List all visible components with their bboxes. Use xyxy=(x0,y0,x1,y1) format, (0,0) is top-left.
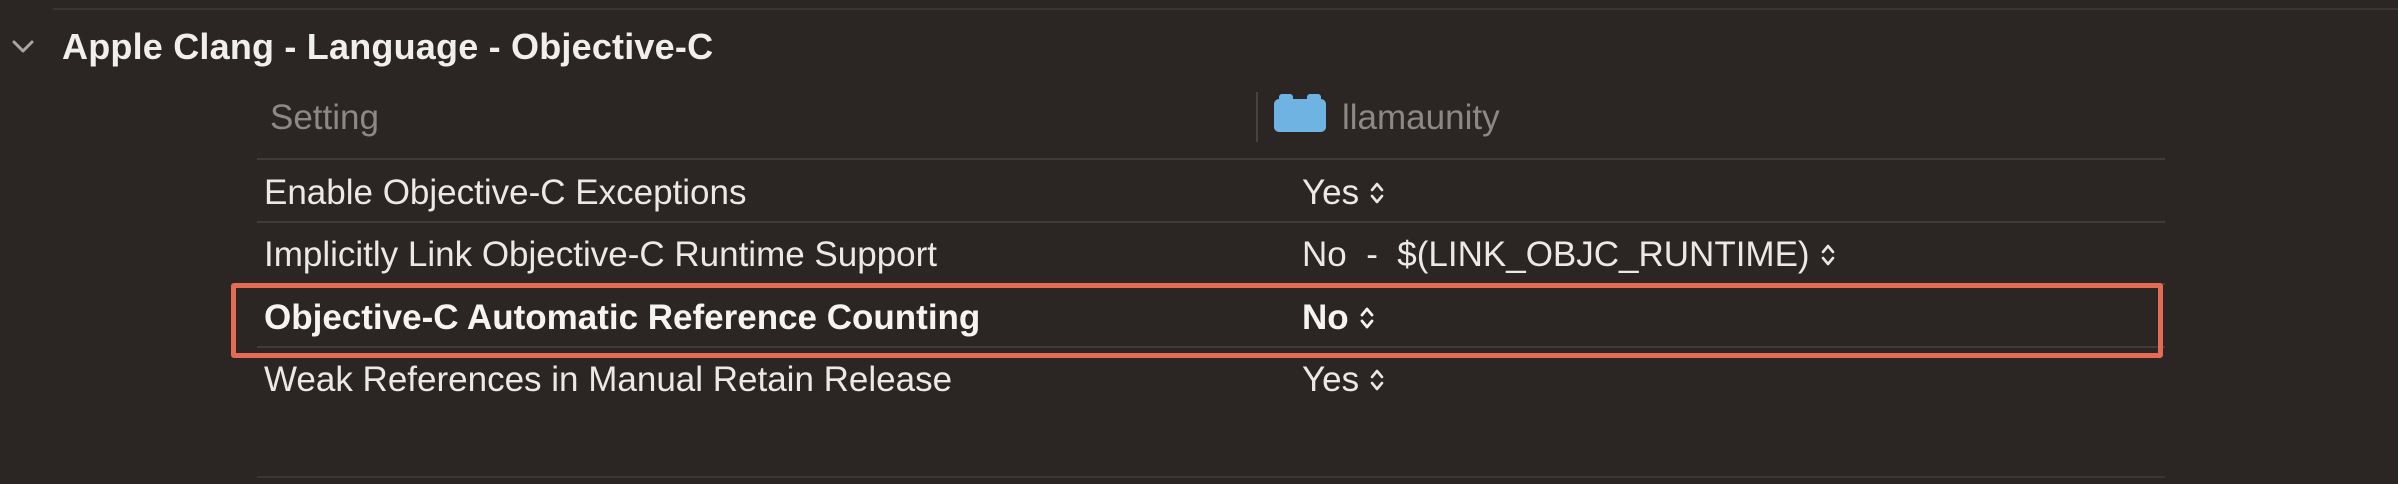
setting-row-link-objc-runtime[interactable]: Implicitly Link Objective-C Runtime Supp… xyxy=(257,225,2165,285)
bottom-divider xyxy=(257,476,2165,478)
setting-value: Yes xyxy=(1302,173,1360,212)
setting-column-header: Setting xyxy=(270,98,379,137)
setting-value-popup[interactable]: Yes xyxy=(1302,360,1385,400)
section-title[interactable]: Apple Clang - Language - Objective-C xyxy=(62,26,713,68)
row-divider xyxy=(257,221,2165,223)
setting-row-enable-objc-exceptions[interactable]: Enable Objective-C Exceptions Yes xyxy=(257,163,2165,223)
setting-value: No - $(LINK_OBJC_RUNTIME) xyxy=(1302,235,1810,274)
setting-value: Yes xyxy=(1302,360,1360,399)
setting-value-popup[interactable]: Yes xyxy=(1302,173,1385,213)
column-divider xyxy=(1256,92,1258,142)
setting-name: Enable Objective-C Exceptions xyxy=(264,173,747,212)
setting-name: Weak References in Manual Retain Release xyxy=(264,360,953,399)
up-down-chevron-icon xyxy=(1821,244,1834,266)
setting-name: Implicitly Link Objective-C Runtime Supp… xyxy=(264,235,938,274)
highlight-annotation-box xyxy=(231,283,2163,358)
chevron-down-icon[interactable] xyxy=(10,36,36,56)
setting-row-weak-references-mrr[interactable]: Weak References in Manual Retain Release… xyxy=(257,350,2165,410)
header-divider xyxy=(257,158,2165,160)
app-target-icon xyxy=(1274,94,1326,132)
setting-value-popup[interactable]: No - $(LINK_OBJC_RUNTIME) xyxy=(1302,235,1836,275)
up-down-chevron-icon xyxy=(1370,182,1384,204)
up-down-chevron-icon xyxy=(1370,369,1384,391)
target-column-header: llamaunity xyxy=(1342,98,1500,137)
top-divider xyxy=(53,8,2398,10)
